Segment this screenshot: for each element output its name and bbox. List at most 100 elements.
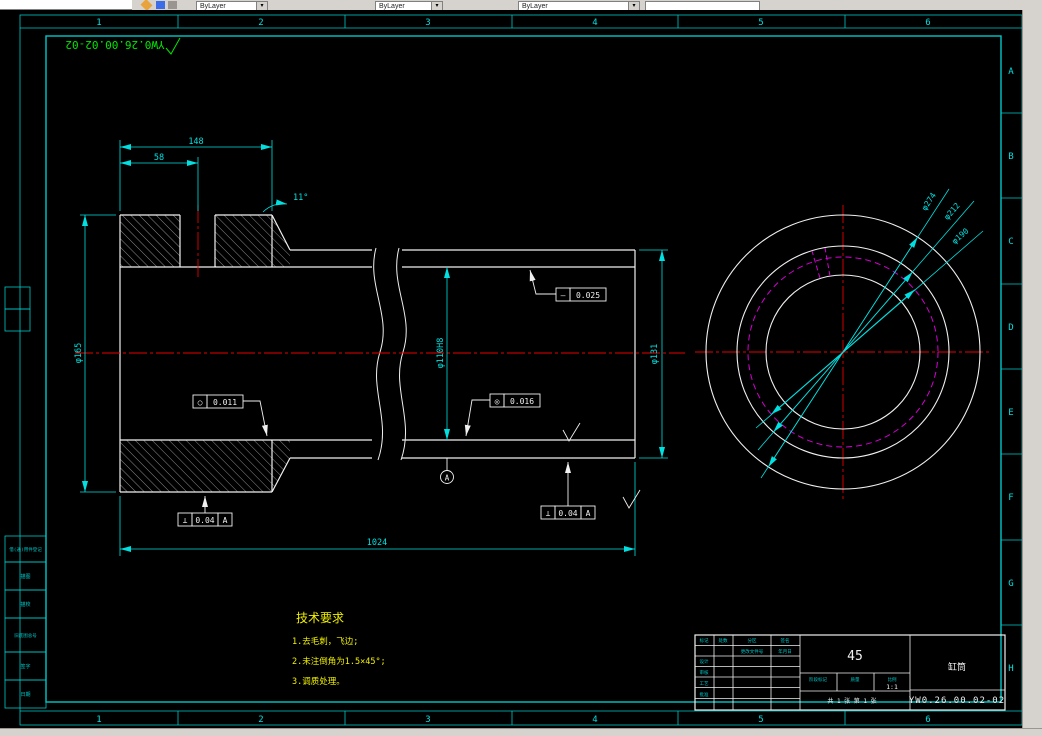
zone-label: 2 [258,715,263,725]
side-block-label: 描图 [20,573,30,580]
zone-label: 4 [592,715,597,725]
tb-row-process: 工艺 [700,681,709,687]
material-label: 45 [847,649,863,664]
lineweight-combobox-value: ByLayer [522,3,548,10]
dim-total-length: 1024 [367,538,387,548]
linetype-combobox-value: ByLayer [379,3,405,10]
tech-req-title: 技术要求 [296,611,344,625]
part-name: 缸筒 [948,661,966,673]
side-block-label: 描校 [20,601,30,608]
zone-label: H [1008,664,1013,674]
side-block-label: 签字 [20,663,30,670]
zone-label: 6 [925,18,930,28]
zone-label: F [1008,493,1013,503]
gdt-straightness-value: 0.025 [576,291,600,300]
tb-sheet-count: 共 1 张 第 1 张 [827,697,876,705]
zone-label: C [1008,237,1013,247]
tech-req-item: 2.未注倒角为1.5×45°; [292,656,386,667]
zone-label: D [1008,323,1013,333]
surface-finish-icon [562,422,581,442]
dim-width-outer: 148 [188,137,203,147]
gdt-perp-left-symbol: ⊥ [183,516,188,525]
side-block-label: 旧底图总号 [14,632,37,639]
gdt-perp-right-symbol: ⊥ [546,509,551,518]
title-block-texts: 45 缸筒 YW0.26.00.02-02 标记 处数 分区 更改文件号 签名 … [700,637,1005,706]
zone-label: 5 [758,18,763,28]
chevron-down-icon[interactable]: ▾ [628,2,639,10]
approval-stamp: YW0.26.00.02-02 [65,37,181,55]
tb-col-zone: 分区 [748,637,757,644]
surface-finish-icon [622,489,641,509]
zone-labels: 1 2 3 4 5 6 1 2 3 4 5 6 A B C D E F G H [96,18,1014,725]
dim-od-right: φ131 [650,344,660,364]
sheet-border [4,14,1023,726]
endview-dim-inner: φ190 [950,226,971,246]
break-line [396,247,407,461]
drawing-number: YW0.26.00.02-02 [909,696,1005,706]
zone-label: 3 [425,715,430,725]
zone-label: E [1008,408,1013,418]
gdt-straightness-symbol: — [561,291,566,300]
model-space-canvas[interactable]: 1 2 3 4 5 6 1 2 3 4 5 6 A B C D E F G H … [0,10,1023,728]
keyway-hidden-line [811,250,821,279]
tech-req-item: 3.调质处理。 [292,676,345,687]
side-block-label: 借(通)用件登记 [9,546,42,553]
linetype-combobox[interactable]: ByLayer ▾ [375,1,443,10]
gdt-perp-right-datum: A [586,509,591,518]
gdt-concentricity-value: 0.016 [510,397,534,406]
tb-col-marks: 标记 [700,637,709,644]
gdt-perp-left-datum: A [223,516,228,525]
chevron-down-icon[interactable]: ▾ [431,2,442,10]
tb-row-design: 设计 [700,658,709,665]
tb-col-sign: 签名 [781,637,790,644]
tb-lbl-stage: 阶段标记 [809,676,827,683]
tb-lbl-weight: 质量 [851,676,860,683]
break-line [373,247,384,461]
gdt-perp-right-value: 0.04 [558,509,577,518]
cad-application-window: { "toolbar": { "combo1": "ByLayer", "com… [0,0,1042,736]
zone-label: B [1008,152,1013,162]
dimensions [80,140,668,556]
dim-angle: 11° [293,193,308,203]
datum-a-label: A [445,474,450,483]
favorites-icon[interactable] [140,0,153,10]
tech-req-item: 1.去毛刺，飞边; [292,636,358,647]
drawing: 1 2 3 4 5 6 1 2 3 4 5 6 A B C D E F G H … [4,14,1023,726]
gdt-roundness-symbol: ○ [198,398,203,407]
chevron-down-icon[interactable]: ▾ [256,2,267,10]
color-combobox-value: ByLayer [200,3,226,10]
lineweight-combobox[interactable]: ByLayer ▾ [518,1,640,10]
zone-label: A [1008,67,1014,77]
section-hatching [120,215,290,492]
side-block-label: 日期 [20,692,30,698]
tb-col-date: 年月日 [778,648,792,655]
gdt-roundness-value: 0.011 [213,398,237,407]
zone-label: 1 [96,18,101,28]
endview-dim-outer: φ274 [920,191,938,212]
menu-area [0,0,132,10]
zone-label: 2 [258,18,263,28]
zone-label: 5 [758,715,763,725]
window-right-edge [1022,0,1042,735]
tb-col-count: 处数 [719,637,728,644]
text-field[interactable] [645,1,760,10]
zone-label: 3 [425,18,430,28]
tool-icon-2[interactable] [168,1,177,9]
tool-icon[interactable] [156,1,165,9]
zone-label: 1 [96,715,101,725]
tb-lbl-scale: 比例 [888,676,897,683]
stamp-check-icon [165,37,181,55]
color-combobox[interactable]: ByLayer ▾ [196,1,268,10]
side-block-labels: 借(通)用件登记 描图 描校 旧底图总号 签字 日期 [9,546,42,698]
zone-label: G [1008,579,1013,589]
zone-label: 4 [592,18,597,28]
dim-width-inner: 58 [154,153,164,163]
gdt-perp-left-value: 0.04 [195,516,214,525]
gdt-concentricity-symbol: ◎ [495,397,500,406]
stamp-code: YW0.26.00.02-02 [65,38,164,51]
tb-col-doc: 更改文件号 [741,648,764,655]
keyway-hidden-line [824,247,831,277]
tb-row-approve: 批准 [700,691,709,698]
toolbar-remnant: ByLayer ▾ ByLayer ▾ ByLayer ▾ [0,0,1042,10]
tb-scale-value: 1:1 [886,683,898,691]
